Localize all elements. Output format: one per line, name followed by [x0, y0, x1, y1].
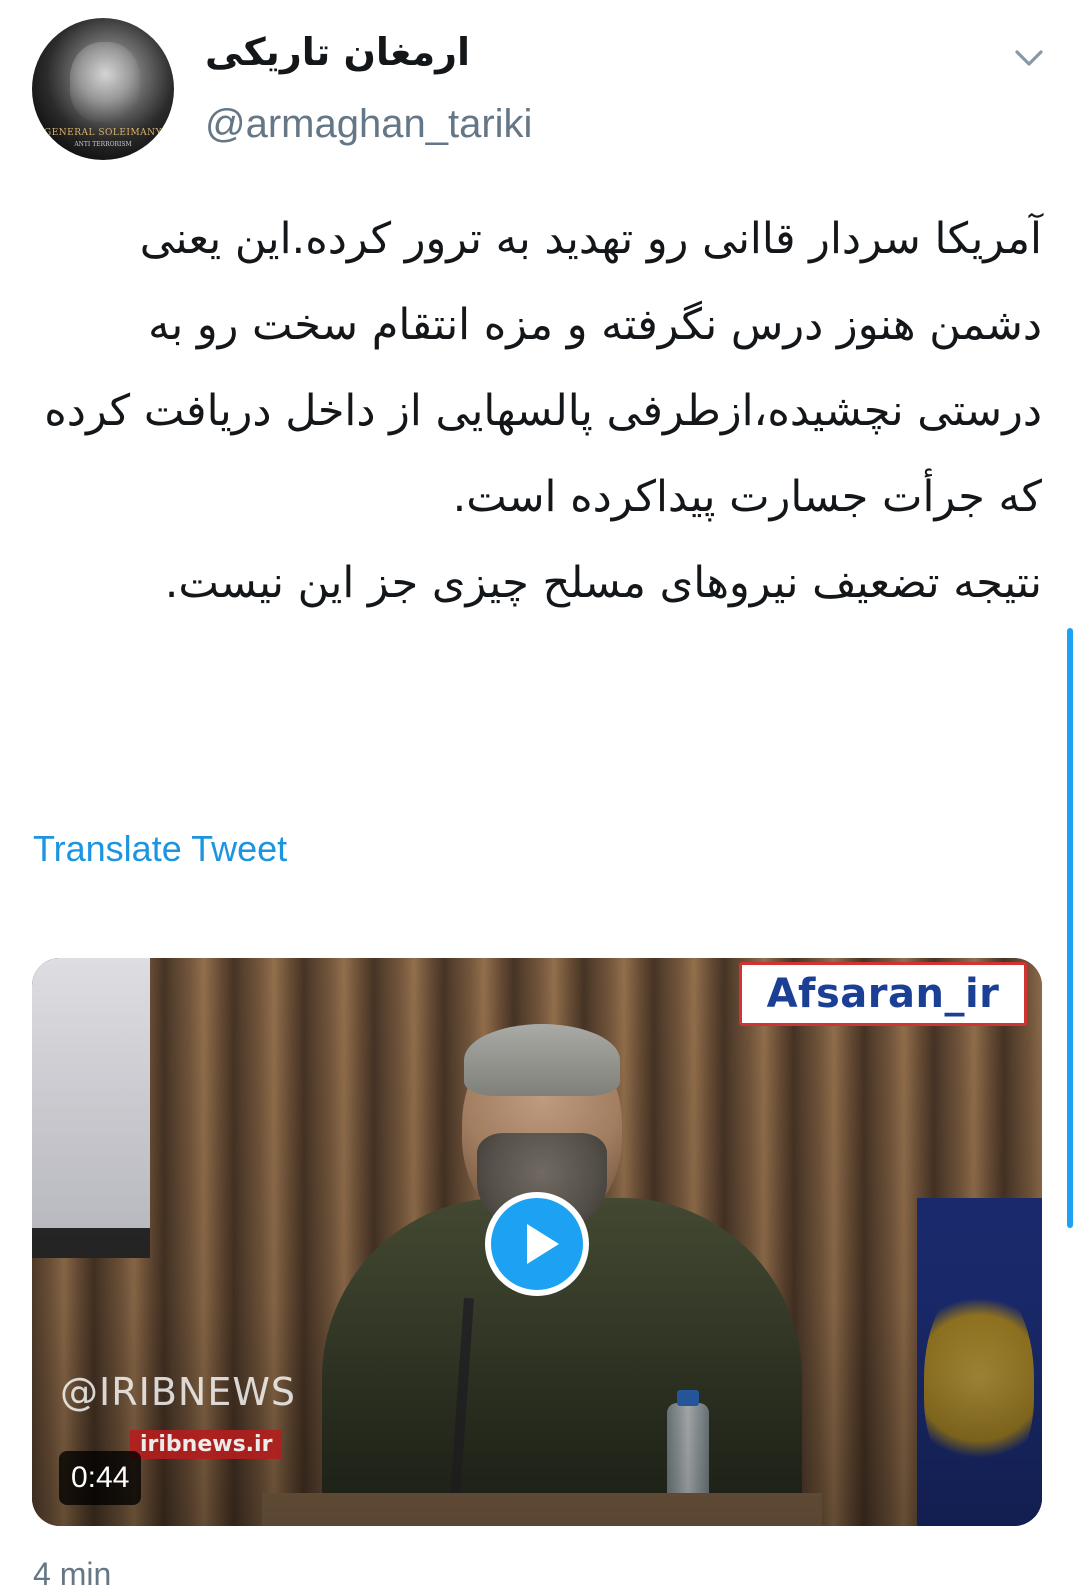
- video-watermark: Afsaran_ir: [739, 962, 1027, 1026]
- play-icon: [527, 1224, 559, 1264]
- display-name[interactable]: ارمغان تاریکی: [205, 30, 470, 74]
- user-handle[interactable]: @armaghan_tariki: [205, 102, 532, 147]
- video-player[interactable]: Afsaran_ir @IRIBNEWS iribnews.ir 0:44: [32, 958, 1042, 1526]
- tweet-paragraph-2: نتیجه تضعیف نیروهای مسلح چیزی جز این نیس…: [164, 558, 1042, 608]
- user-avatar[interactable]: GENERAL SOLEIMANY ANTI TERRORISM: [32, 18, 174, 160]
- video-watermark-text: Afsaran_ir: [766, 971, 1000, 1017]
- avatar-subcaption: ANTI TERRORISM: [74, 141, 132, 148]
- tweet-timestamp: 4 min: [33, 1556, 112, 1592]
- video-overlay-site: iribnews.ir: [130, 1430, 283, 1459]
- avatar-caption: GENERAL SOLEIMANY: [44, 128, 162, 138]
- video-duration-badge: 0:44: [59, 1451, 142, 1505]
- play-button[interactable]: [485, 1192, 589, 1296]
- video-overlay-handle: @IRIBNEWS: [60, 1370, 297, 1414]
- chevron-down-icon[interactable]: [1012, 42, 1046, 72]
- avatar-portrait: [70, 42, 140, 122]
- scrollbar[interactable]: [1067, 628, 1073, 1228]
- translate-tweet-link[interactable]: Translate Tweet: [33, 828, 287, 870]
- tweet-card: GENERAL SOLEIMANY ANTI TERRORISM ارمغان …: [0, 0, 1080, 1592]
- tweet-text: آمریکا سردار قاانی رو تهدید به ترور کرده…: [30, 196, 1042, 626]
- tweet-paragraph-1: آمریکا سردار قاانی رو تهدید به ترور کرده…: [44, 214, 1042, 522]
